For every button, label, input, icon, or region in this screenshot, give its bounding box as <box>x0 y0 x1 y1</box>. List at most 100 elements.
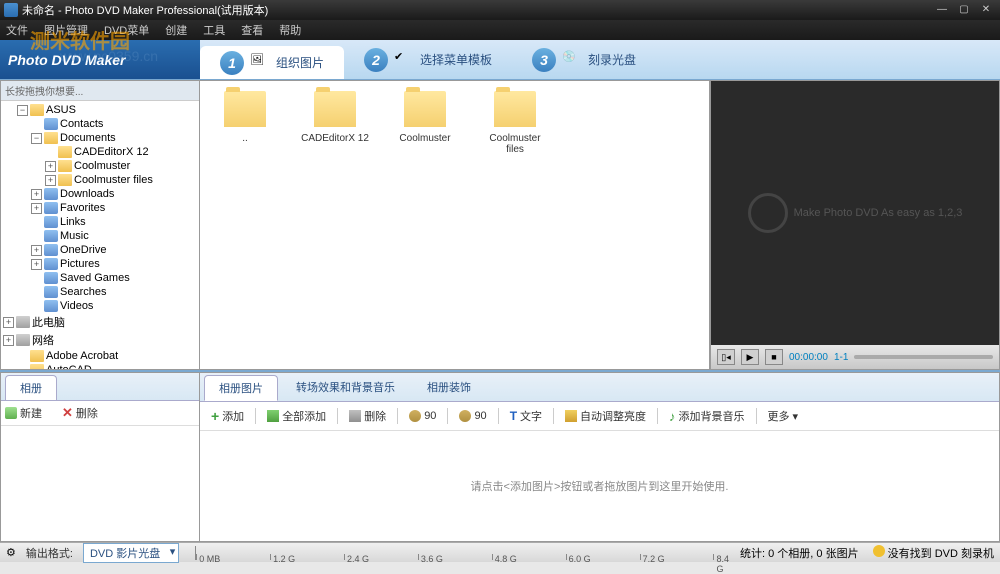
expand-icon[interactable]: + <box>31 259 42 270</box>
expand-icon[interactable]: + <box>45 161 56 172</box>
tab-decoration[interactable]: 相册装饰 <box>413 375 485 401</box>
collapse-icon[interactable]: − <box>31 133 42 144</box>
expand-icon[interactable]: + <box>31 203 42 214</box>
folder-cadeditor[interactable]: CADEditorX 12 <box>300 91 370 144</box>
step-burn[interactable]: 3 💿 刻录光盘 <box>512 40 656 79</box>
preview-hint: Make Photo DVD As easy as 1,2,3 <box>794 207 963 219</box>
collapse-icon[interactable]: − <box>17 105 28 116</box>
add-all-button[interactable]: 全部添加 <box>262 406 331 426</box>
tree-node-documents[interactable]: − Documents <box>3 131 197 145</box>
new-album-button[interactable]: 新建 <box>5 405 42 421</box>
tree-node-favorites[interactable]: + Favorites <box>3 201 197 215</box>
delete-album-button[interactable]: ✕删除 <box>62 405 98 421</box>
rotate-left-button[interactable]: 90 <box>404 408 441 424</box>
tree-node-thispc[interactable]: +此电脑 <box>3 313 197 331</box>
menu-view[interactable]: 查看 <box>241 22 263 38</box>
tree-node-searches[interactable]: Searches <box>3 285 197 299</box>
step-1-label: 组织图片 <box>276 54 324 71</box>
menu-create[interactable]: 创建 <box>165 22 187 38</box>
tree-node-autocad[interactable]: AutoCAD <box>3 363 197 370</box>
prev-button[interactable]: ▯◂ <box>717 349 735 365</box>
step-2-label: 选择菜单模板 <box>420 51 492 68</box>
tree-node-contacts[interactable]: Contacts <box>3 117 197 131</box>
tree-node-links[interactable]: Links <box>3 215 197 229</box>
tree-node-adobe[interactable]: Adobe Acrobat <box>3 349 197 363</box>
preview-track: 1-1 <box>834 352 848 363</box>
folder-icon <box>224 91 266 127</box>
minimize-button[interactable]: — <box>932 3 952 17</box>
folder-icon <box>58 174 72 186</box>
add-music-button[interactable]: ♪添加背景音乐 <box>664 406 750 426</box>
tree-node-downloads[interactable]: +Downloads <box>3 187 197 201</box>
step-template[interactable]: 2 ✔ 选择菜单模板 <box>344 40 512 79</box>
expand-icon[interactable]: + <box>3 335 14 346</box>
folder-icon <box>44 132 58 144</box>
folder-coolmuster-files[interactable]: Coolmuster files <box>480 91 550 155</box>
videos-icon <box>44 300 58 312</box>
tree-node-coolmuster-files[interactable]: +Coolmuster files <box>3 173 197 187</box>
tab-album-photos[interactable]: 相册图片 <box>204 375 278 401</box>
stats-label: 统计: 0 个相册, 0 张图片 <box>740 545 859 561</box>
step-organize[interactable]: 1 🖼 组织图片 <box>200 46 344 79</box>
tree-node-network[interactable]: +网络 <box>3 331 197 349</box>
auto-brightness-button[interactable]: 自动调整亮度 <box>560 406 651 426</box>
tab-album[interactable]: 相册 <box>5 375 57 400</box>
tree-node-saved-games[interactable]: Saved Games <box>3 271 197 285</box>
tree-node-pictures[interactable]: +Pictures <box>3 257 197 271</box>
preview-time: 00:00:00 <box>789 352 828 363</box>
rotate-right-button[interactable]: 90 <box>454 408 491 424</box>
onedrive-icon <box>44 244 58 256</box>
photo-drop-area[interactable]: 请点击<添加图片>按钮或者拖放图片到这里开始使用. <box>200 431 999 541</box>
folder-coolmuster[interactable]: Coolmuster <box>390 91 460 144</box>
brightness-icon <box>565 410 577 422</box>
step-3-label: 刻录光盘 <box>588 51 636 68</box>
tree-node-asus[interactable]: −ASUS <box>3 103 197 117</box>
maximize-button[interactable]: ▢ <box>954 3 974 17</box>
new-icon <box>5 407 17 419</box>
gear-icon[interactable]: ⚙ <box>6 546 16 559</box>
more-button[interactable]: 更多▾ <box>763 406 804 426</box>
expand-icon[interactable]: + <box>45 175 56 186</box>
close-button[interactable]: ✕ <box>976 3 996 17</box>
photo-panel: 相册图片 转场效果和背景音乐 相册装饰 +添加 全部添加 删除 90 90 T文… <box>200 372 1000 542</box>
menu-tools[interactable]: 工具 <box>203 22 225 38</box>
step-2-badge: 2 <box>364 48 388 72</box>
folder-icon <box>494 91 536 127</box>
tree-node-onedrive[interactable]: + OneDrive <box>3 243 197 257</box>
tab-transitions[interactable]: 转场效果和背景音乐 <box>282 375 409 401</box>
expand-icon[interactable]: + <box>31 189 42 200</box>
tree-node-coolmuster[interactable]: +Coolmuster <box>3 159 197 173</box>
menu-photo-manage[interactable]: 图片管理 <box>44 22 88 38</box>
text-button[interactable]: T文字 <box>505 406 547 426</box>
trash-icon <box>349 410 361 422</box>
folder-up[interactable]: .. <box>210 91 280 144</box>
folder-view[interactable]: .. CADEditorX 12 Coolmuster Coolmuster f… <box>200 80 710 370</box>
preview-slider[interactable] <box>854 355 993 359</box>
games-icon <box>44 272 58 284</box>
expand-icon[interactable]: + <box>3 317 14 328</box>
menu-file[interactable]: 文件 <box>6 22 28 38</box>
tree-label: OneDrive <box>60 244 106 256</box>
ruler-tick: 2.4 G <box>344 554 369 560</box>
warning-icon <box>873 545 885 557</box>
album-panel: 相册 新建 ✕删除 <box>0 372 200 542</box>
computer-icon <box>16 316 30 328</box>
tree-label: Documents <box>60 132 116 144</box>
step-3-badge: 3 <box>532 48 556 72</box>
stop-button[interactable]: ■ <box>765 349 783 365</box>
tree-label: Favorites <box>60 202 105 214</box>
tree-node-videos[interactable]: Videos <box>3 299 197 313</box>
tree-node-music[interactable]: Music <box>3 229 197 243</box>
add-button[interactable]: +添加 <box>206 406 249 426</box>
folder-tree-panel[interactable]: 长按拖拽你想要... −ASUS Contacts −Documents CAD… <box>0 80 200 370</box>
delete-button[interactable]: 删除 <box>344 406 391 426</box>
tree-node-cadeditor[interactable]: CADEditorX 12 <box>3 145 197 159</box>
output-format-select[interactable]: DVD 影片光盘 <box>83 543 179 563</box>
disc-watermark-icon <box>748 193 788 233</box>
menu-help[interactable]: 帮助 <box>279 22 301 38</box>
menu-dvd-menu[interactable]: DVD菜单 <box>104 22 149 38</box>
play-button[interactable]: ▶ <box>741 349 759 365</box>
ruler-tick: 0 MB <box>196 554 220 560</box>
ruler-tick: 6.0 G <box>566 554 591 560</box>
expand-icon[interactable]: + <box>31 245 42 256</box>
